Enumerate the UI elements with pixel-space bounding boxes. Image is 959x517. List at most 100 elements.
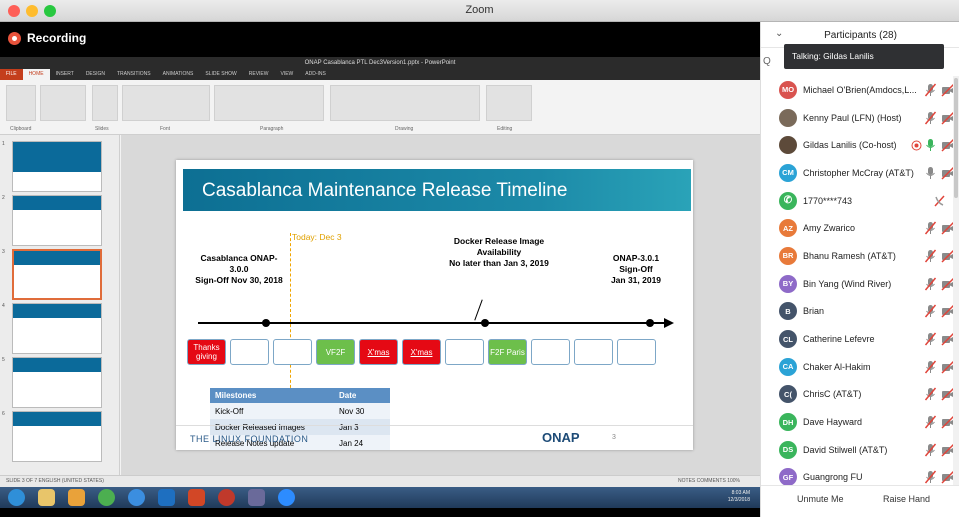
participant-row[interactable]: Gildas Lanilis (Co-host) bbox=[761, 131, 955, 159]
raise-hand-button[interactable]: Raise Hand bbox=[883, 494, 930, 504]
slide-thumbnail[interactable] bbox=[12, 357, 102, 408]
timeline-week-cell: X'mas bbox=[359, 339, 398, 365]
ppt-tab-slide-show[interactable]: SLIDE SHOW bbox=[199, 69, 242, 80]
participant-row[interactable]: BY Bin Yang (Wind River) bbox=[761, 270, 955, 298]
week-cell-label: F2F Paris bbox=[490, 347, 525, 357]
mic-muted-icon[interactable] bbox=[924, 83, 937, 97]
outlook-icon[interactable] bbox=[158, 489, 175, 506]
mic-muted-icon[interactable] bbox=[924, 111, 937, 125]
mic-muted-icon[interactable] bbox=[924, 249, 937, 263]
clipboard-tools[interactable] bbox=[40, 85, 86, 121]
week-cell-label: X'mas bbox=[410, 347, 433, 357]
group-label: Paragraph bbox=[260, 126, 284, 132]
mic-muted-icon[interactable] bbox=[924, 443, 937, 457]
mic-muted-icon[interactable] bbox=[924, 387, 937, 401]
group-label: Slides bbox=[95, 126, 109, 132]
slide-thumbnail[interactable] bbox=[12, 411, 102, 462]
slide-thumbnail[interactable] bbox=[12, 141, 102, 192]
participants-footer: Unmute Me Raise Hand bbox=[761, 485, 959, 517]
search-icon[interactable]: Q bbox=[763, 56, 771, 67]
mic-muted-icon[interactable] bbox=[924, 470, 937, 484]
powerpoint-icon[interactable] bbox=[188, 489, 205, 506]
group-label: Editing bbox=[497, 126, 513, 132]
start-icon[interactable] bbox=[8, 489, 25, 506]
participant-name: Brian bbox=[803, 306, 825, 317]
group-label: Font bbox=[160, 126, 171, 132]
ppt-tab-review[interactable]: REVIEW bbox=[243, 69, 275, 80]
avatar bbox=[779, 136, 797, 155]
avatar: DH bbox=[779, 413, 797, 432]
chrome-icon[interactable] bbox=[98, 489, 115, 506]
slide-thumbnail[interactable] bbox=[12, 195, 102, 246]
linux-foundation-logo: THE LINUX FOUNDATION bbox=[190, 434, 309, 444]
ppt-tab-transitions[interactable]: TRANSITIONS bbox=[111, 69, 157, 80]
recording-indicator[interactable]: Recording bbox=[8, 29, 86, 47]
participant-name: Chaker Al-Hakim bbox=[803, 361, 871, 372]
avatar: C( bbox=[779, 385, 797, 404]
paragraph-tools[interactable] bbox=[214, 85, 324, 121]
ppt-status-bar: SLIDE 3 OF 7 ENGLISH (UNITED STATES) NOT… bbox=[0, 475, 760, 487]
media-icon[interactable] bbox=[68, 489, 85, 506]
ppt-tab-home[interactable]: HOME bbox=[22, 69, 50, 80]
avatar: AZ bbox=[779, 219, 797, 238]
ppt-tab-design[interactable]: DESIGN bbox=[80, 69, 111, 80]
mic-muted-icon[interactable] bbox=[924, 415, 937, 429]
mic-icon[interactable] bbox=[924, 166, 937, 180]
participant-name: Bhanu Ramesh (AT&T) bbox=[803, 250, 896, 261]
status-right: NOTES COMMENTS 100% bbox=[678, 478, 740, 484]
participant-row[interactable]: CA Chaker Al-Hakim bbox=[761, 353, 955, 381]
ppt-tab-view[interactable]: VIEW bbox=[275, 69, 300, 80]
slide-thumbnails: 1 2 3 4 5 6 bbox=[0, 135, 120, 475]
participant-row[interactable]: AZ Amy Zwarico bbox=[761, 214, 955, 242]
mic-muted-icon[interactable] bbox=[933, 194, 946, 208]
ppt-tab-animations[interactable]: ANIMATIONS bbox=[157, 69, 200, 80]
explorer-icon[interactable] bbox=[38, 489, 55, 506]
ppt-ribbon: Clipboard Slides Font Paragraph Drawing … bbox=[0, 80, 760, 135]
mic-icon[interactable] bbox=[924, 138, 937, 152]
avatar: GF bbox=[779, 468, 797, 487]
participant-row[interactable]: C(ChrisC (AT&T) bbox=[761, 381, 955, 409]
slide-thumbnail[interactable] bbox=[12, 303, 102, 354]
participant-row[interactable]: CL Catherine Lefevre bbox=[761, 325, 955, 353]
mic-muted-icon[interactable] bbox=[924, 304, 937, 318]
scroll-thumb[interactable] bbox=[954, 78, 958, 198]
signoff-label: ONAP-3.0.1 Sign-Off Jan 31, 2019 bbox=[610, 253, 662, 285]
editing-tools[interactable] bbox=[486, 85, 532, 121]
timeline-week-cell bbox=[230, 339, 269, 365]
unmute-me-button[interactable]: Unmute Me bbox=[797, 494, 844, 504]
participant-row[interactable]: Kenny Paul (LFN) (Host) bbox=[761, 104, 955, 132]
mic-muted-icon[interactable] bbox=[924, 360, 937, 374]
recording-icon bbox=[911, 138, 924, 152]
app-icon[interactable] bbox=[218, 489, 235, 506]
participant-row[interactable]: DH Dave Hayward bbox=[761, 408, 955, 436]
font-tools[interactable] bbox=[122, 85, 210, 121]
current-slide[interactable]: Casablanca Maintenance Release Timeline … bbox=[176, 160, 693, 450]
participant-row[interactable]: MO Michael O'Brien(Amdocs,L... bbox=[761, 76, 955, 104]
participant-row[interactable]: ✆ 1770****743 bbox=[761, 187, 953, 215]
week-cell-label: VF2F bbox=[325, 347, 346, 357]
slide-thumbnail-selected[interactable] bbox=[12, 249, 102, 300]
participant-row[interactable]: CM Christopher McCray (AT&T) bbox=[761, 159, 955, 187]
participants-scrollbar[interactable] bbox=[953, 76, 959, 486]
mic-muted-icon[interactable] bbox=[924, 332, 937, 346]
timeline-week-cell bbox=[617, 339, 656, 365]
ppt-tab-add-ins[interactable]: ADD-INS bbox=[299, 69, 332, 80]
new-slide-button[interactable] bbox=[92, 85, 118, 121]
zoom-taskbar-icon[interactable] bbox=[278, 489, 295, 506]
ppt-tab-insert[interactable]: INSERT bbox=[50, 69, 80, 80]
participant-row[interactable]: DS David Stilwell (AT&T) bbox=[761, 436, 955, 464]
kickoff-label: Casablanca ONAP- 3.0.0 Sign-Off Nov 30, … bbox=[195, 253, 283, 285]
mic-muted-icon[interactable] bbox=[924, 221, 937, 235]
ie-icon[interactable] bbox=[128, 489, 145, 506]
drawing-tools[interactable] bbox=[330, 85, 480, 121]
ppt-tab-file[interactable]: FILE bbox=[0, 69, 23, 80]
table-header: Date bbox=[334, 388, 390, 403]
timeline-week-cell: Thanks giving bbox=[187, 339, 226, 365]
recording-label: Recording bbox=[27, 31, 87, 45]
timeline-week-cell bbox=[574, 339, 613, 365]
mic-muted-icon[interactable] bbox=[924, 277, 937, 291]
participant-row[interactable]: B Brian bbox=[761, 298, 955, 326]
paste-button[interactable] bbox=[6, 85, 36, 121]
participant-row[interactable]: BR Bhanu Ramesh (AT&T) bbox=[761, 242, 955, 270]
app-icon[interactable] bbox=[248, 489, 265, 506]
